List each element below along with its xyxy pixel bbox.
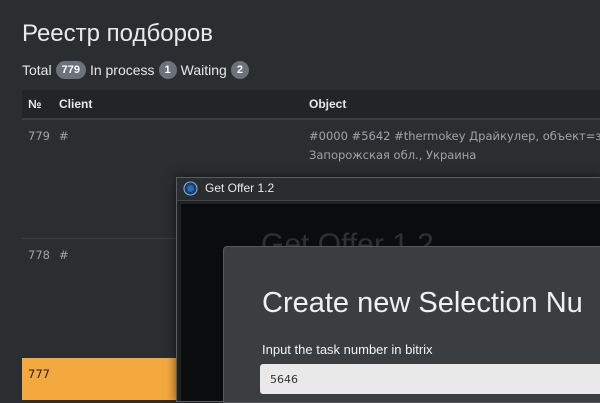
in-process-count-badge: 1 [158, 61, 177, 79]
row-number: 778 [28, 248, 50, 262]
window-titlebar[interactable]: Get Offer 1.2 [177, 178, 600, 201]
row-number: 779 [28, 129, 50, 143]
waiting-label: Waiting [180, 62, 227, 78]
column-header-number[interactable]: № [28, 97, 41, 111]
row-number: 777 [28, 367, 50, 381]
get-offer-window[interactable]: Get Offer 1.2 Get Offer 1.2 Create new S… [176, 177, 600, 403]
in-process-label: In process [89, 62, 155, 78]
client-link[interactable]: # [59, 248, 69, 262]
stats-bar: Total 779 In process 1 Waiting 2 [22, 61, 249, 79]
client-link[interactable]: # [59, 129, 69, 143]
column-header-object[interactable]: Object [309, 97, 346, 111]
task-number-input[interactable] [260, 364, 600, 394]
window-title: Get Offer 1.2 [205, 181, 275, 195]
total-label: Total [22, 62, 52, 78]
column-header-client[interactable]: Client [59, 97, 92, 111]
page-title: Реестр подборов [22, 20, 214, 47]
task-number-label: Input the task number in bitrix [262, 342, 433, 357]
total-count-badge: 779 [55, 61, 86, 79]
object-text-line1: #0000 #5642 #thermokey Драйкулер, объект… [309, 129, 600, 143]
create-selection-modal: Create new Selection Nu Input the task n… [223, 246, 600, 403]
waiting-count-badge: 2 [230, 61, 249, 79]
app-icon [183, 181, 198, 196]
table-header: № Client Object [22, 90, 600, 119]
modal-title: Create new Selection Nu [262, 287, 583, 319]
object-text-line2: Запорожская обл., Украина [309, 148, 477, 162]
